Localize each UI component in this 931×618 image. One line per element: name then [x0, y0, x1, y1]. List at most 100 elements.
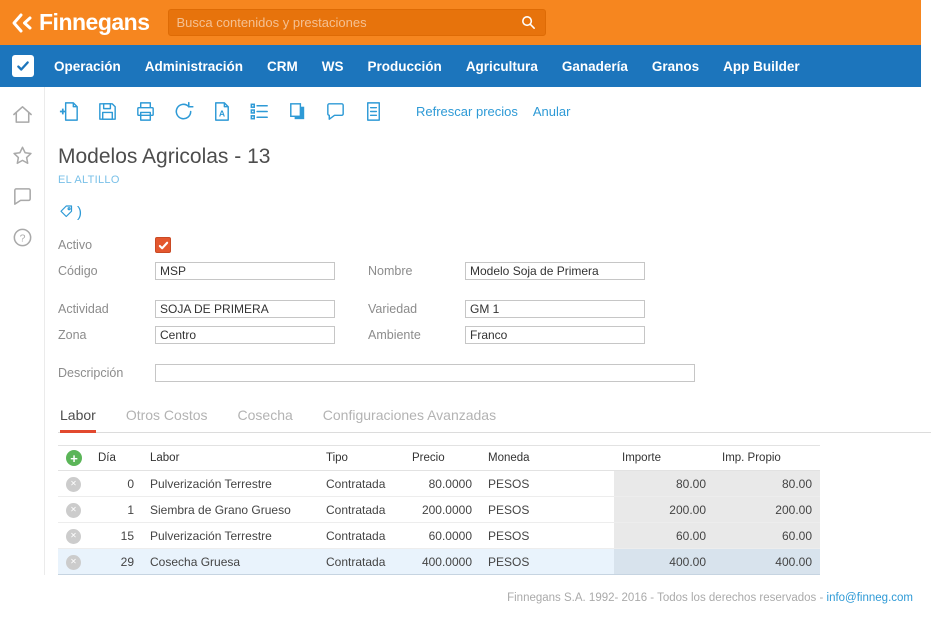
- brand-logo[interactable]: Finnegans: [10, 9, 150, 36]
- save-icon[interactable]: [96, 100, 119, 123]
- cell-importe: 400.00: [614, 549, 714, 575]
- search-input[interactable]: [177, 15, 520, 30]
- nav-item-granos[interactable]: Granos: [640, 59, 711, 74]
- brand-text: Finnegans: [39, 9, 150, 36]
- cell-imp-propio: 80.00: [714, 471, 820, 497]
- delete-row-button[interactable]: [66, 555, 81, 570]
- table-row-selected[interactable]: 29 Cosecha Gruesa Contratada 400.0000 PE…: [58, 549, 820, 575]
- tab-configuraciones-avanzadas[interactable]: Configuraciones Avanzadas: [323, 407, 496, 432]
- detail-tabs: Labor Otros Costos Cosecha Configuracion…: [58, 407, 931, 433]
- new-document-icon[interactable]: [58, 100, 81, 123]
- finnegans-logo-icon: [10, 11, 34, 35]
- cell-moneda: PESOS: [480, 471, 614, 497]
- descripcion-input[interactable]: [155, 364, 695, 382]
- company-subtitle-link[interactable]: EL ALTILLO: [58, 174, 120, 186]
- tag-expand-bracket[interactable]: ): [77, 204, 82, 221]
- history-undo-icon[interactable]: [172, 100, 195, 123]
- nav-item-produccion[interactable]: Producción: [356, 59, 454, 74]
- print-icon[interactable]: [134, 100, 157, 123]
- delete-row-button[interactable]: [66, 529, 81, 544]
- cell-precio: 80.0000: [404, 471, 480, 497]
- nav-item-app-builder[interactable]: App Builder: [711, 59, 812, 74]
- actividad-input[interactable]: [155, 300, 335, 318]
- cell-imp-propio: 200.00: [714, 497, 820, 523]
- cell-tipo: Contratada: [318, 471, 404, 497]
- add-row-button[interactable]: [66, 450, 82, 466]
- cell-dia: 29: [90, 549, 142, 575]
- activo-label: Activo: [58, 238, 155, 252]
- cell-labor: Pulverización Terrestre: [142, 523, 318, 549]
- cell-importe: 200.00: [614, 497, 714, 523]
- col-header-imp-propio: Imp. Propio: [714, 446, 820, 471]
- zona-label: Zona: [58, 328, 155, 342]
- tab-cosecha[interactable]: Cosecha: [238, 407, 293, 432]
- table-row[interactable]: 0 Pulverización Terrestre Contratada 80.…: [58, 471, 820, 497]
- delete-row-button[interactable]: [66, 503, 81, 518]
- tag-icon[interactable]: [58, 203, 76, 221]
- table-row[interactable]: 1 Siembra de Grano Grueso Contratada 200…: [58, 497, 820, 523]
- top-header: Finnegans: [0, 0, 921, 45]
- tags-row: ): [58, 203, 931, 221]
- checklist-icon[interactable]: [248, 100, 271, 123]
- help-icon[interactable]: ?: [11, 226, 34, 249]
- cell-tipo: Contratada: [318, 549, 404, 575]
- report-lines-icon[interactable]: [362, 100, 385, 123]
- nombre-label: Nombre: [368, 264, 465, 278]
- ambiente-label: Ambiente: [368, 328, 465, 342]
- labor-table: Día Labor Tipo Precio Moneda Importe Imp…: [58, 445, 820, 575]
- footer-email-link[interactable]: info@finneg.com: [827, 592, 913, 604]
- cancel-voucher-link[interactable]: Anular: [533, 104, 571, 119]
- nav-item-agricultura[interactable]: Agricultura: [454, 59, 550, 74]
- nombre-input[interactable]: [465, 262, 645, 280]
- messages-bubble-icon[interactable]: [11, 185, 34, 208]
- cell-precio: 200.0000: [404, 497, 480, 523]
- left-sidebar: ?: [0, 87, 45, 575]
- variedad-input[interactable]: [465, 300, 645, 318]
- nav-item-operacion[interactable]: Operación: [42, 59, 133, 74]
- nav-item-ws[interactable]: WS: [310, 59, 356, 74]
- cell-moneda: PESOS: [480, 523, 614, 549]
- activo-checkbox[interactable]: [155, 237, 171, 253]
- search-icon[interactable]: [520, 14, 537, 31]
- refresh-prices-link[interactable]: Refrescar precios: [416, 104, 518, 119]
- cell-dia: 1: [90, 497, 142, 523]
- cell-imp-propio: 400.00: [714, 549, 820, 575]
- home-icon[interactable]: [11, 103, 34, 126]
- tab-labor[interactable]: Labor: [60, 407, 96, 432]
- nav-item-ganaderia[interactable]: Ganadería: [550, 59, 640, 74]
- delete-row-button[interactable]: [66, 477, 81, 492]
- favorites-star-icon[interactable]: [11, 144, 34, 167]
- cell-precio: 60.0000: [404, 523, 480, 549]
- toolbar: A Refrescar precios Anular: [58, 87, 931, 135]
- comment-icon[interactable]: [324, 100, 347, 123]
- cell-tipo: Contratada: [318, 523, 404, 549]
- tab-otros-costos[interactable]: Otros Costos: [126, 407, 208, 432]
- body-row: ? A: [0, 87, 931, 575]
- svg-text:?: ?: [19, 232, 25, 244]
- zona-input[interactable]: [155, 326, 335, 344]
- main-content: A Refrescar precios Anular Modelos Agric…: [45, 87, 931, 575]
- main-nav: Operación Administración CRM WS Producci…: [0, 45, 921, 87]
- svg-text:A: A: [219, 108, 225, 118]
- table-row[interactable]: 15 Pulverización Terrestre Contratada 60…: [58, 523, 820, 549]
- nav-item-administracion[interactable]: Administración: [133, 59, 255, 74]
- cell-imp-propio: 60.00: [714, 523, 820, 549]
- cell-dia: 15: [90, 523, 142, 549]
- copy-pages-icon[interactable]: [286, 100, 309, 123]
- ambiente-input[interactable]: [465, 326, 645, 344]
- document-a-icon[interactable]: A: [210, 100, 233, 123]
- cell-tipo: Contratada: [318, 497, 404, 523]
- cell-importe: 60.00: [614, 523, 714, 549]
- model-form: Activo Código Nombre Actividad Variedad: [58, 235, 931, 383]
- global-search-box[interactable]: [168, 9, 546, 36]
- codigo-input[interactable]: [155, 262, 335, 280]
- cell-labor: Pulverización Terrestre: [142, 471, 318, 497]
- workspace-check-icon[interactable]: [12, 55, 34, 77]
- nav-item-crm[interactable]: CRM: [255, 59, 310, 74]
- variedad-label: Variedad: [368, 302, 465, 316]
- col-header-labor: Labor: [142, 446, 318, 471]
- cell-labor: Cosecha Gruesa: [142, 549, 318, 575]
- app-window: Finnegans Operación Administración CRM W…: [0, 0, 931, 618]
- col-header-dia: Día: [90, 446, 142, 471]
- col-header-importe: Importe: [614, 446, 714, 471]
